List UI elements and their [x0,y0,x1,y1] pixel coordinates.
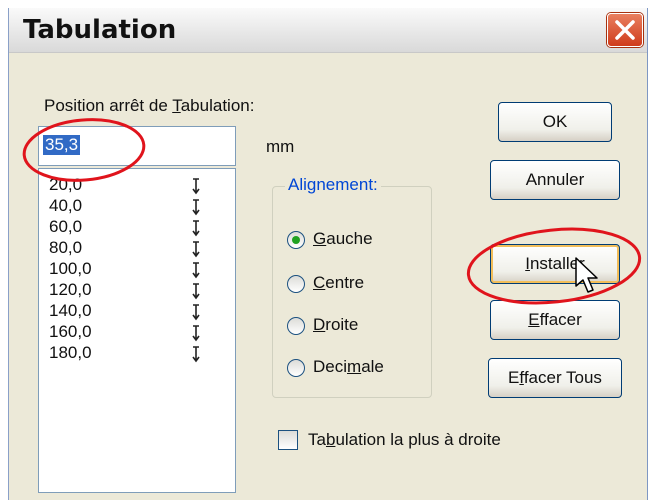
radio-center-label[interactable]: Centre [313,273,364,293]
tab-stop-list[interactable]: 20,0 40,0 60,0 80,0 100,0 120,0 140,0 16… [38,168,236,493]
left-tab-icon [192,199,200,216]
position-input-value: 35,3 [43,135,81,155]
radio-left-label[interactable]: Gauche [313,229,373,249]
radio-decimal-label[interactable]: Decimale [313,357,384,377]
left-tab-icon [192,262,200,279]
list-item[interactable]: 20,0 [49,175,82,195]
install-button[interactable]: Installer [490,244,620,284]
clear-button[interactable]: Effacer [490,300,620,340]
alignment-group: Alignement: Gauche Centre Droite Decimal… [272,175,432,398]
close-icon [615,20,635,40]
close-button[interactable] [607,13,643,47]
list-item[interactable]: 180,0 [49,343,92,363]
radio-center[interactable] [287,275,305,293]
position-label: Position arrêt de Tabulation: [44,96,255,115]
list-item[interactable]: 40,0 [49,196,82,216]
radio-decimal[interactable] [287,359,305,377]
left-tab-icon [192,220,200,237]
title-bar: Tabulation [9,8,647,53]
left-tab-icon [192,178,200,195]
rightmost-tab-checkbox[interactable] [278,430,298,450]
left-tab-icon [192,304,200,321]
left-tab-icon [192,346,200,363]
left-tab-icon [192,283,200,300]
clear-all-button[interactable]: Effacer Tous [488,358,622,398]
cancel-button[interactable]: Annuler [490,160,620,200]
dialog-title: Tabulation [23,15,177,45]
alignment-group-title: Alignement: [285,175,381,195]
ok-button[interactable]: OK [498,102,612,142]
radio-left[interactable] [287,231,305,249]
rightmost-tab-label[interactable]: Tabulation la plus à droite [308,430,501,450]
left-tab-icon [192,325,200,342]
list-item[interactable]: 60,0 [49,217,82,237]
radio-right[interactable] [287,317,305,335]
list-item[interactable]: 100,0 [49,259,92,279]
list-item[interactable]: 160,0 [49,322,92,342]
left-tab-icon [192,241,200,258]
list-item[interactable]: 120,0 [49,280,92,300]
list-item[interactable]: 80,0 [49,238,82,258]
position-input[interactable]: 35,3 [38,126,236,166]
radio-right-label[interactable]: Droite [313,315,358,335]
unit-label: mm [266,137,295,156]
list-item[interactable]: 140,0 [49,301,92,321]
